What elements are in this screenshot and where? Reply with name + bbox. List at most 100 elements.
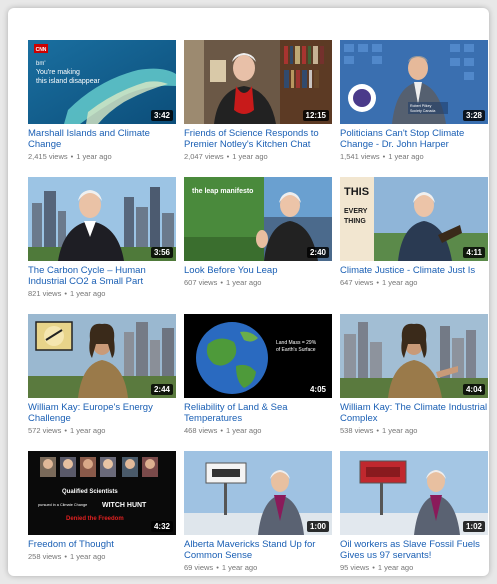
view-count: 647 views [340,278,374,287]
video-meta: 69 views • 1 year ago [184,563,258,572]
view-count: 95 views [340,563,370,572]
caption-text: Society Canada [410,109,435,113]
duration-badge: 4:04 [462,384,485,395]
video-title[interactable]: The Carbon Cycle – Human Industrial CO2 … [28,265,176,287]
video-title[interactable]: Climate Justice - Climate Just Is [340,265,488,276]
video-meta: 2,047 views • 1 year ago [184,152,268,161]
video-thumbnail[interactable]: the leap manifesto 2:40 [184,177,332,261]
duration-badge: 3:56 [150,247,173,258]
upload-age: 1 year ago [70,426,106,435]
video-meta: 2,415 views • 1 year ago [28,152,112,161]
view-count: 572 views [28,426,62,435]
video-title[interactable]: Freedom of Thought [28,539,176,550]
duration-badge: 1:00 [306,521,329,532]
upload-age: 1 year ago [226,278,262,287]
video-title[interactable]: Friends of Science Responds to Premier N… [184,128,332,150]
overlay-text: the leap manifesto [192,188,253,195]
video-thumbnail[interactable]: CNN bm' You're making this island disapp… [28,40,176,124]
video-title[interactable]: Reliability of Land & Sea Temperatures [184,402,332,424]
video-thumbnail[interactable]: Qualified Scientists pursued in a Climat… [28,451,176,535]
duration-badge: 2:40 [306,247,329,258]
video-meta: 468 views • 1 year ago [184,426,262,435]
video-meta: 821 views • 1 year ago [28,289,106,298]
book-title-text: EVERY [344,208,368,215]
overlay-text: this island disappear [36,78,100,85]
upload-age: 1 year ago [377,563,414,572]
duration-badge: 4:32 [150,521,173,532]
view-count: 468 views [184,426,218,435]
video-meta: 647 views • 1 year ago [340,278,418,287]
upload-age: 1 year ago [388,152,424,161]
video-card[interactable]: Qualified Scientists pursued in a Climat… [28,451,176,576]
overlay-text: Denied the Freedom [66,516,124,522]
video-card[interactable]: 3:56 The Carbon Cycle – Human Industrial… [28,177,176,314]
overlay-text: WITCH HUNT [102,502,147,509]
video-card[interactable]: the leap manifesto 2:40 Look Before You … [184,177,332,314]
duration-badge: 12:15 [302,110,329,121]
view-count: 2,415 views [28,152,68,161]
video-grid-page: CNN bm' You're making this island disapp… [8,8,489,576]
overlay-text: of Earth's Surface [276,347,316,353]
video-title[interactable]: William Kay: The Climate Industrial Comp… [340,402,488,424]
duration-badge: 4:11 [463,247,485,258]
upload-age: 1 year ago [382,426,418,435]
overlay-text: You're making [36,69,80,76]
video-title[interactable]: Marshall Islands and Climate Change [28,128,176,150]
video-thumbnail[interactable]: 1:02 [340,451,488,535]
video-thumbnail[interactable]: 4:04 [340,314,488,398]
duration-badge: 4:05 [306,384,329,395]
video-thumbnail[interactable]: 2:44 [28,314,176,398]
book-title-text: THIS [344,186,369,198]
upload-age: 1 year ago [221,563,258,572]
cnn-badge-text: CNN [36,47,47,53]
video-card[interactable]: 4:04 William Kay: The Climate Industrial… [340,314,488,451]
view-count: 69 views [184,563,214,572]
video-meta: 538 views • 1 year ago [340,426,418,435]
video-meta: 95 views • 1 year ago [340,563,414,572]
video-card[interactable]: Land Mass = 29% of Earth's Surface 4:05 … [184,314,332,451]
view-count: 607 views [184,278,218,287]
upload-age: 1 year ago [382,278,418,287]
video-thumbnail[interactable]: Land Mass = 29% of Earth's Surface 4:05 [184,314,332,398]
video-title[interactable]: Oil workers as Slave Fossil Fuels Gives … [340,539,488,561]
view-count: 258 views [28,552,62,561]
video-title[interactable]: William Kay: Europe's Energy Challenge [28,402,176,424]
duration-badge: 1:02 [462,521,485,532]
overlay-text: pursued in a Climate Change [38,503,87,507]
video-thumbnail[interactable]: Robert Pilkey Society Canada 3:28 [340,40,488,124]
duration-badge: 2:44 [150,384,173,395]
video-meta: 607 views • 1 year ago [184,278,262,287]
overlay-text: bm' [36,61,45,67]
upload-age: 1 year ago [70,289,106,298]
duration-badge: 3:42 [150,110,173,121]
video-card[interactable]: THIS EVERY THING 4:11 Climate Justice - … [340,177,488,314]
caption-text: Robert Pilkey [410,104,432,108]
video-title[interactable]: Look Before You Leap [184,265,332,276]
video-grid: CNN bm' You're making this island disapp… [28,40,488,576]
video-thumbnail[interactable]: 1:00 [184,451,332,535]
video-card[interactable]: 2:44 William Kay: Europe's Energy Challe… [28,314,176,451]
overlay-text: Qualified Scientists [62,489,118,495]
video-card[interactable]: 1:02 Oil workers as Slave Fossil Fuels G… [340,451,488,576]
video-card[interactable]: Robert Pilkey Society Canada 3:28 Politi… [340,40,488,177]
video-meta: 258 views • 1 year ago [28,552,106,561]
video-thumbnail[interactable]: 12:15 [184,40,332,124]
upload-age: 1 year ago [226,426,262,435]
video-card[interactable]: CNN bm' You're making this island disapp… [28,40,176,177]
upload-age: 1 year ago [76,152,112,161]
video-thumbnail[interactable]: THIS EVERY THING 4:11 [340,177,488,261]
video-card[interactable]: 1:00 Alberta Mavericks Stand Up for Comm… [184,451,332,576]
video-thumbnail[interactable]: 3:56 [28,177,176,261]
book-title-text: THING [344,218,366,225]
view-count: 821 views [28,289,62,298]
view-count: 538 views [340,426,374,435]
upload-age: 1 year ago [70,552,106,561]
view-count: 1,541 views [340,152,380,161]
view-count: 2,047 views [184,152,224,161]
video-title[interactable]: Alberta Mavericks Stand Up for Common Se… [184,539,332,561]
video-meta: 572 views • 1 year ago [28,426,106,435]
overlay-text: Land Mass = 29% [276,340,317,346]
video-card[interactable]: 12:15 Friends of Science Responds to Pre… [184,40,332,177]
video-title[interactable]: Politicians Can't Stop Climate Change - … [340,128,488,150]
video-meta: 1,541 views • 1 year ago [340,152,424,161]
